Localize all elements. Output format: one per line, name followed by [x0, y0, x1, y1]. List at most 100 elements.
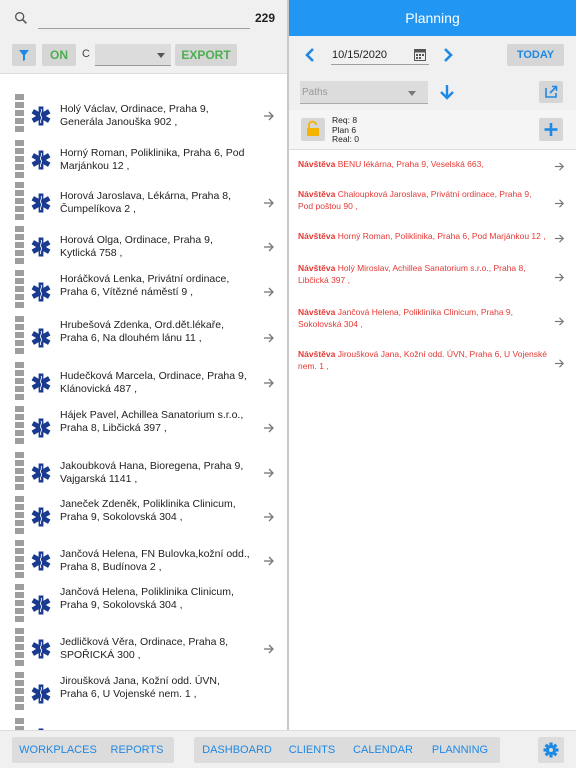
visit-row[interactable]: Návštěva Jančová Helena, Poliklinika Cli…: [289, 306, 576, 336]
arrow-right-icon[interactable]: [554, 161, 565, 172]
visit-row[interactable]: Návštěva Jiroušková Jana, Kožní odd. ÚVN…: [289, 348, 576, 378]
arrow-right-icon[interactable]: [554, 358, 565, 369]
on-toggle-button[interactable]: ON: [42, 44, 76, 66]
drag-handle[interactable]: [15, 182, 24, 222]
search-bar: 229: [0, 0, 287, 36]
nav-planning[interactable]: PLANNING: [426, 737, 494, 763]
list-item[interactable]: Jedličková Věra, Ordinace, Praha 8, SPOŘ…: [0, 628, 287, 670]
share-button[interactable]: [539, 81, 563, 103]
drag-handle[interactable]: [15, 362, 24, 402]
drag-handle[interactable]: [15, 316, 24, 356]
star-of-life-icon: [31, 463, 51, 483]
arrow-right-icon[interactable]: [263, 377, 275, 389]
filter-button[interactable]: [12, 44, 36, 66]
drag-handle[interactable]: [15, 94, 24, 134]
arrow-right-icon[interactable]: [263, 241, 275, 253]
visit-row[interactable]: Návštěva BENU lékárna, Praha 9, Veselská…: [289, 158, 576, 174]
star-of-life-icon: [31, 237, 51, 257]
arrow-right-icon[interactable]: [263, 286, 275, 298]
star-of-life-icon: [31, 684, 51, 704]
visit-row[interactable]: Návštěva Chaloupková Jaroslava, Privátní…: [289, 188, 576, 218]
arrow-right-icon[interactable]: [263, 643, 275, 655]
arrow-right-icon[interactable]: [263, 422, 275, 434]
drag-handle[interactable]: [15, 496, 24, 536]
arrow-right-icon[interactable]: [263, 110, 275, 122]
list-item-label: Jedličková Věra, Ordinace, Praha 8, SPOŘ…: [60, 636, 229, 661]
list-item-label: Janeček Zdeněk, Poliklinika Clinicum, Pr…: [60, 498, 236, 523]
list-item[interactable]: Jiroušková Jana, Kožní odd. ÚVN, Praha 6…: [0, 672, 287, 716]
list-item-label: Jančová Helena, FN Bulovka,kožní odd., P…: [60, 548, 250, 573]
app-root: { "left": { "count": "229", "filter": { …: [0, 0, 576, 768]
nav-dashboard[interactable]: DASHBOARD: [200, 737, 274, 763]
nav-workplaces[interactable]: WORKPLACES: [18, 737, 98, 763]
list-item[interactable]: Jílková Kateřina, Kožní odd.: [0, 718, 287, 730]
calendar-icon[interactable]: [414, 48, 426, 61]
drag-handle[interactable]: [15, 628, 24, 668]
search-input[interactable]: [38, 28, 250, 29]
arrow-right-icon[interactable]: [263, 197, 275, 209]
arrow-right-icon[interactable]: [263, 555, 275, 567]
export-button[interactable]: EXPORT: [175, 44, 237, 66]
drag-handle[interactable]: [15, 270, 24, 310]
settings-button[interactable]: [538, 737, 564, 763]
drag-handle[interactable]: [15, 406, 24, 446]
visit-row[interactable]: Návštěva Holý Miroslav, Achillea Sanator…: [289, 262, 576, 292]
lock-button[interactable]: [301, 118, 325, 141]
visit-row[interactable]: Návštěva Horný Roman, Poliklinika, Praha…: [289, 230, 576, 246]
date-underline: [331, 64, 429, 65]
chevron-left-icon[interactable]: [303, 47, 317, 63]
star-of-life-icon: [31, 282, 51, 302]
arrow-right-icon[interactable]: [554, 272, 565, 283]
list-item[interactable]: Jančová Helena, FN Bulovka,kožní odd., P…: [0, 540, 287, 582]
visit-label: Návštěva BENU lékárna, Praha 9, Veselská…: [298, 158, 548, 170]
paths-select[interactable]: Paths: [300, 81, 428, 104]
list-item[interactable]: Hudečková Marcela, Ordinace, Praha 9, Kl…: [0, 362, 287, 404]
chevron-right-icon[interactable]: [441, 47, 455, 63]
list-item[interactable]: Horová Olga, Ordinace, Praha 9, Kytlická…: [0, 226, 287, 268]
list-item[interactable]: Jakoubková Hana, Bioregena, Praha 9, Vaj…: [0, 452, 287, 494]
nav-reports[interactable]: REPORTS: [106, 737, 168, 763]
list-item[interactable]: Janeček Zdeněk, Poliklinika Clinicum, Pr…: [0, 496, 287, 538]
arrow-right-icon[interactable]: [263, 467, 275, 479]
arrow-right-icon[interactable]: [263, 511, 275, 523]
list-item-label: Hudečková Marcela, Ordinace, Praha 9, Kl…: [60, 370, 247, 395]
nav-calendar[interactable]: CALENDAR: [350, 737, 416, 763]
today-button[interactable]: TODAY: [507, 44, 564, 66]
arrow-right-icon[interactable]: [554, 233, 565, 244]
real-count: Real: 0: [332, 134, 359, 144]
list-item[interactable]: Jančová Helena, Poliklinika Clinicum, Pr…: [0, 584, 287, 626]
drag-handle[interactable]: [15, 226, 24, 266]
list-item-label: Hájek Pavel, Achillea Sanatorium s.r.o.,…: [60, 409, 244, 434]
list-item[interactable]: Hrubešová Zdenka, Ord.dět.lékaře, Praha …: [0, 316, 287, 360]
result-count: 229: [254, 11, 275, 25]
visit-type: Návštěva: [298, 263, 336, 273]
list-item[interactable]: Horová Jaroslava, Lékárna, Praha 8, Čump…: [0, 182, 287, 224]
drag-handle[interactable]: [15, 584, 24, 624]
drag-handle[interactable]: [15, 452, 24, 492]
filter-select[interactable]: [95, 44, 171, 66]
add-visit-button[interactable]: [539, 118, 563, 141]
drag-handle[interactable]: [15, 672, 24, 712]
list-item-label: Holý Václav, Ordinace, Praha 9, Generála…: [60, 103, 209, 128]
search-icon[interactable]: [13, 10, 29, 26]
drag-handle[interactable]: [15, 540, 24, 580]
arrow-right-icon[interactable]: [554, 316, 565, 327]
arrow-down-icon[interactable]: [439, 83, 455, 100]
arrow-right-icon[interactable]: [554, 198, 565, 209]
star-of-life-icon: [31, 418, 51, 438]
date-field[interactable]: 10/15/2020: [332, 49, 387, 61]
client-list[interactable]: s.r.o., Praha 8, Libčická 397 ,Holý Václ…: [0, 74, 287, 730]
list-item[interactable]: Hájek Pavel, Achillea Sanatorium s.r.o.,…: [0, 406, 287, 450]
nav-clients[interactable]: CLIENTS: [282, 737, 342, 763]
drag-handle[interactable]: [15, 140, 24, 180]
arrow-right-icon[interactable]: [263, 332, 275, 344]
visit-type: Návštěva: [298, 189, 336, 199]
client-list-pane: 229 ON C EXPORT s.r.o., Praha 8, Libčick…: [0, 0, 287, 730]
list-item[interactable]: Horný Roman, Poliklinika, Praha 6, Pod M…: [0, 140, 287, 180]
list-item[interactable]: Holý Václav, Ordinace, Praha 9, Generála…: [0, 94, 287, 138]
drag-handle[interactable]: [15, 718, 24, 730]
chevron-down-icon: [157, 53, 165, 58]
summary-bar: Req: 8 Plan 6 Real: 0: [289, 110, 576, 150]
list-item[interactable]: Horáčková Lenka, Privátní ordinace, Prah…: [0, 270, 287, 314]
star-of-life-icon: [31, 639, 51, 659]
